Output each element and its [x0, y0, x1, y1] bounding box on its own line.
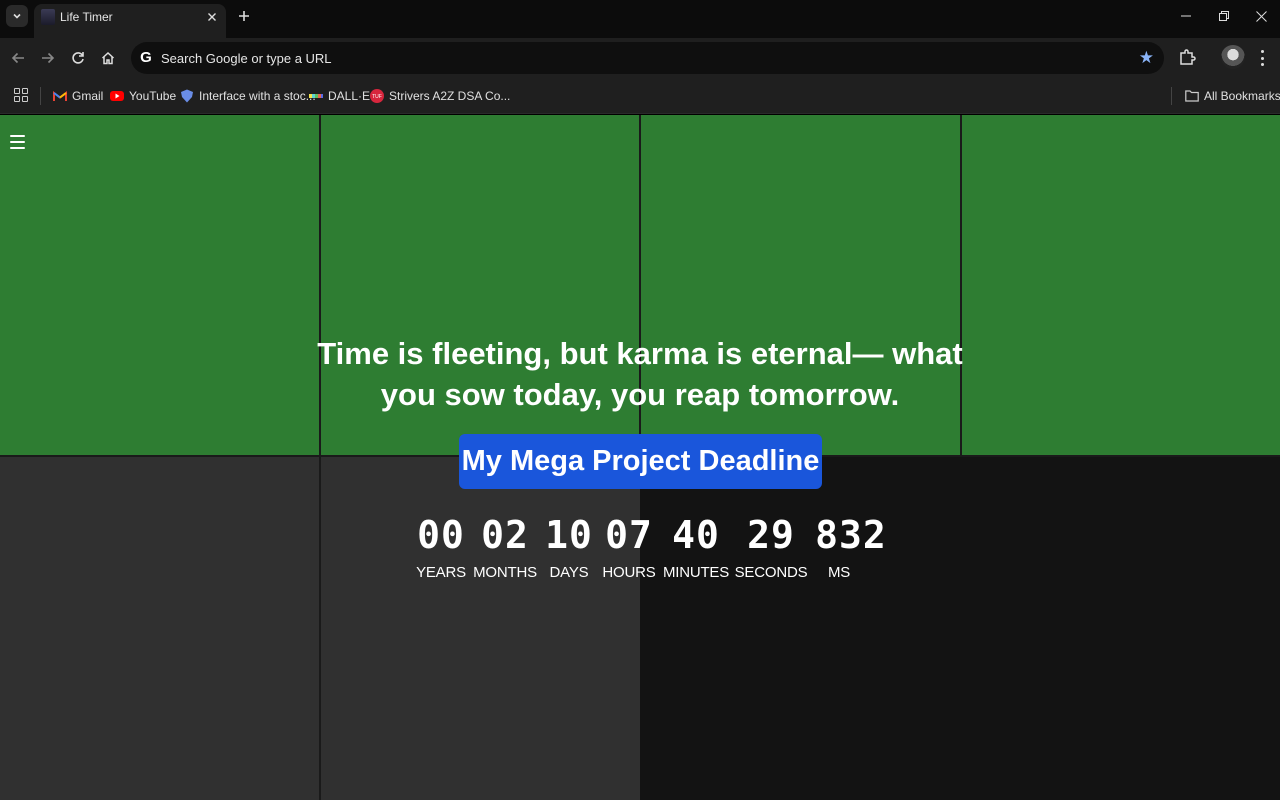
puzzle-icon — [1180, 49, 1196, 65]
countdown-timer: 00 YEARS 02 MONTHS 10 DAYS 07 HOURS 40 M… — [0, 510, 1280, 590]
bookmarks-divider — [40, 87, 41, 105]
forward-button[interactable] — [36, 46, 60, 70]
bookmark-star-button[interactable]: ★ — [1139, 49, 1154, 67]
bookmark-label: Gmail — [72, 89, 104, 103]
tab-strip: Life Timer — [0, 0, 1280, 38]
apps-grid-icon[interactable] — [14, 88, 28, 102]
tab-favicon — [41, 9, 55, 25]
address-bar-placeholder: Search Google or type a URL — [161, 51, 332, 66]
tab-search-dropdown[interactable] — [6, 5, 28, 27]
plus-icon — [239, 11, 249, 21]
tab-title: Life Timer — [60, 10, 113, 24]
countdown-label: MS — [827, 564, 851, 581]
active-tab[interactable]: Life Timer — [34, 4, 226, 38]
grid-tile — [962, 115, 1280, 455]
hamburger-menu-icon[interactable] — [10, 135, 25, 149]
countdown-ms: 832 MS — [801, 510, 901, 581]
svg-text:TUF: TUF — [372, 94, 382, 100]
home-button[interactable] — [96, 46, 120, 70]
bookmark-label: Interface with a stoc... — [199, 89, 316, 103]
countdown-label: MINUTES — [662, 564, 730, 581]
restore-icon — [1219, 11, 1229, 21]
karma-quote: Time is fleeting, but karma is eternal— … — [317, 336, 963, 412]
bookmark-gmail[interactable]: Gmail — [53, 87, 103, 105]
youtube-icon — [110, 89, 124, 103]
countdown-value: 40 — [672, 513, 720, 557]
restore-button[interactable] — [1205, 0, 1243, 32]
profile-avatar[interactable] — [1221, 45, 1245, 69]
bookmarks-divider — [1171, 87, 1172, 105]
arrow-left-icon — [11, 52, 24, 64]
browser-toolbar: G Search Google or type a URL ★ — [0, 38, 1280, 78]
bookmark-strivers[interactable]: TUF Strivers A2Z DSA Co... — [370, 87, 510, 105]
close-icon — [208, 13, 216, 21]
bookmark-label: DALL·E — [328, 89, 371, 103]
new-tab-button[interactable] — [233, 5, 255, 27]
countdown-minutes: 40 MINUTES — [656, 510, 736, 581]
tuf-icon: TUF — [370, 89, 384, 103]
minimize-button[interactable] — [1167, 0, 1205, 32]
minimize-icon — [1181, 15, 1191, 17]
arrow-right-icon — [42, 52, 55, 64]
bookmark-youtube[interactable]: YouTube — [110, 87, 176, 105]
address-bar[interactable]: G Search Google or type a URL ★ — [131, 42, 1164, 74]
reload-button[interactable] — [66, 46, 90, 70]
reload-icon — [72, 52, 84, 64]
back-button[interactable] — [6, 46, 30, 70]
bookmark-interface-stock[interactable]: Interface with a stoc... — [180, 87, 316, 105]
chevron-down-icon — [13, 13, 21, 19]
grid-tile — [321, 457, 640, 800]
close-window-button[interactable] — [1242, 0, 1280, 32]
countdown-value: 29 — [747, 513, 795, 557]
bookmark-dalle[interactable]: DALL·E — [309, 87, 370, 105]
tab-close-button[interactable] — [204, 9, 220, 25]
life-timer-page: Time is fleeting, but karma is eternal— … — [0, 115, 1280, 800]
browser-menu-button[interactable] — [1254, 48, 1270, 68]
folder-icon — [1185, 89, 1199, 103]
grid-tile — [640, 457, 1280, 800]
countdown-value: 832 — [815, 513, 887, 557]
deadline-button[interactable]: My Mega Project Deadline — [459, 434, 822, 489]
bookmarks-bar: Gmail YouTube Interface with a stoc... D… — [0, 78, 1280, 114]
home-icon — [101, 51, 115, 65]
all-bookmarks-label: All Bookmarks — [1204, 89, 1280, 103]
shield-icon — [180, 89, 194, 103]
grid-tile — [0, 115, 319, 455]
extensions-button[interactable] — [1178, 48, 1198, 68]
dalle-icon — [309, 89, 323, 103]
gmail-icon — [53, 89, 67, 103]
close-icon — [1255, 10, 1267, 22]
bookmark-label: YouTube — [129, 89, 177, 103]
bookmark-label: Strivers A2Z DSA Co... — [389, 89, 511, 103]
google-icon: G — [140, 49, 152, 66]
grid-tile — [0, 457, 319, 800]
all-bookmarks-button[interactable]: All Bookmarks — [1185, 87, 1280, 105]
